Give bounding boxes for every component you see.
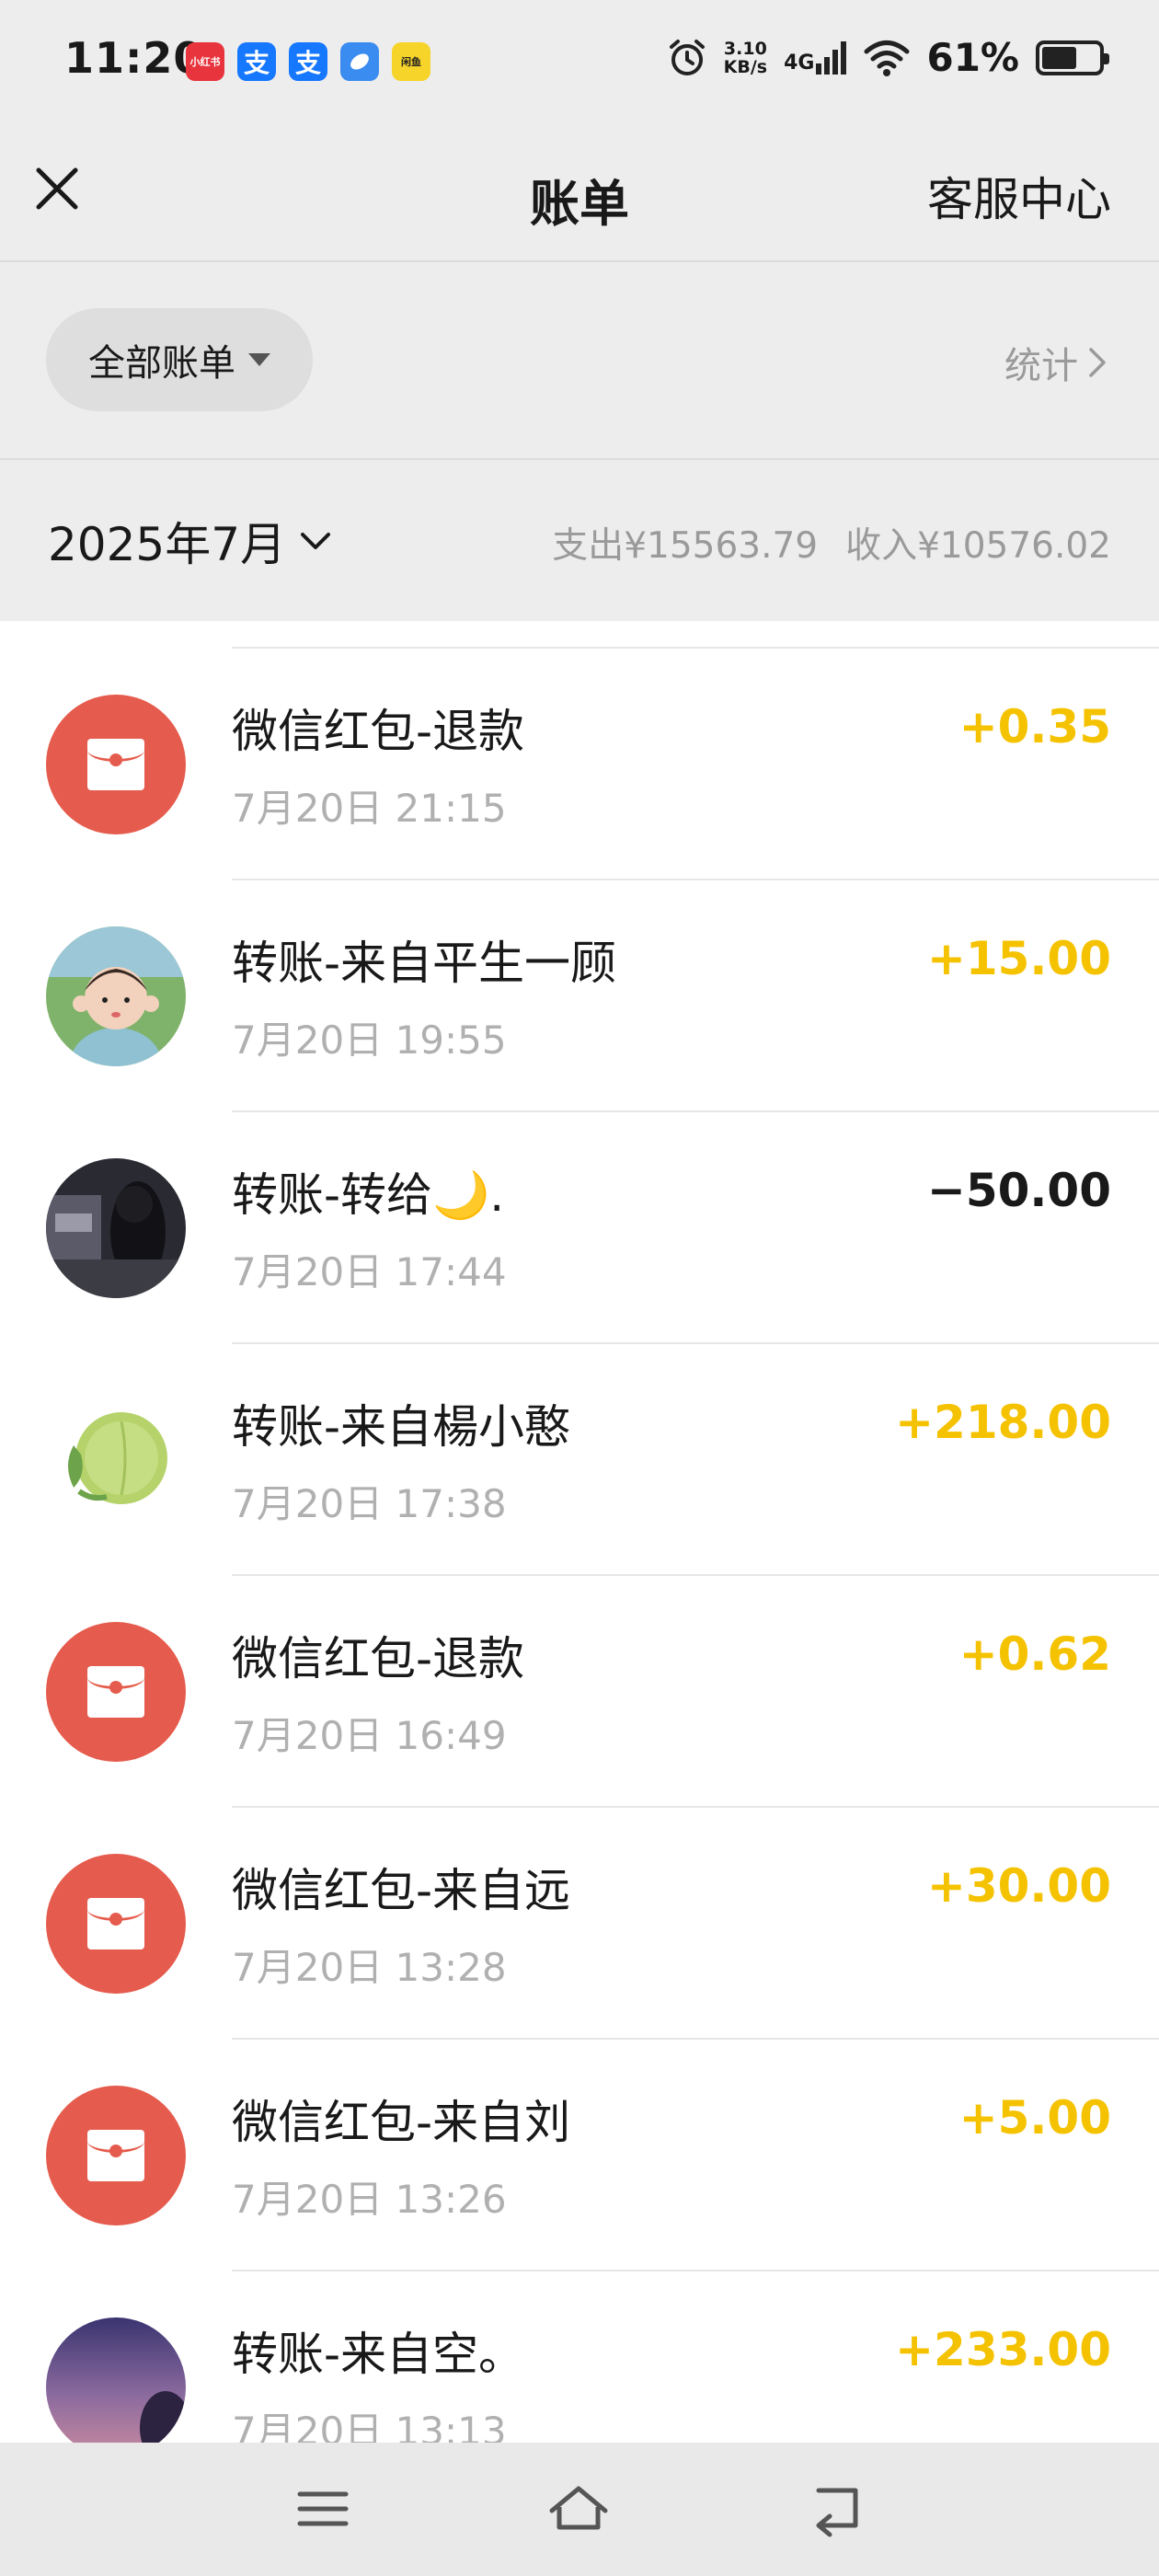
avatar	[46, 1390, 186, 1530]
net-speed: 3.10 KB/s	[724, 40, 767, 76]
month-totals: 支出¥15563.79 收入¥10576.02	[552, 517, 1111, 569]
transaction-title: 转账-来自空。	[232, 2328, 525, 2381]
xiaohongshu-icon: 小红书	[186, 42, 224, 81]
menu-icon[interactable]	[291, 2479, 355, 2538]
transaction-amount: +30.00	[926, 1859, 1111, 1913]
transaction-time: 7月20日 21:15	[232, 786, 507, 831]
transaction-title: 微信红包-退款	[232, 705, 525, 758]
transaction-row[interactable]: 微信红包-退款 7月20日 16:49 +0.62	[0, 1576, 1159, 1808]
red-packet-icon	[46, 1854, 186, 1994]
transaction-row[interactable]: 转账-来自楊小憨 7月20日 17:38 +218.00	[0, 1344, 1159, 1576]
alipay-icon: 支	[289, 42, 327, 81]
chevron-right-icon	[1089, 348, 1106, 377]
status-indicators: 3.10 KB/s 4G 61%	[667, 35, 1109, 80]
month-income: 收入¥10576.02	[845, 525, 1111, 567]
transaction-amount: +218.00	[895, 1396, 1111, 1449]
battery-level	[1042, 46, 1076, 69]
transaction-time: 7月20日 13:13	[232, 2409, 507, 2443]
network-type: 4G	[784, 51, 815, 75]
transaction-time: 7月20日 19:55	[232, 1018, 507, 1063]
system-nav-bar	[0, 2443, 1159, 2576]
net-speed-value: 3.10	[723, 38, 767, 59]
month-label: 2025年7月	[48, 518, 287, 571]
back-icon[interactable]	[806, 2479, 870, 2538]
red-packet-icon	[46, 2086, 186, 2225]
statistics-label: 统计	[1004, 345, 1078, 387]
status-time: 11:20	[64, 33, 204, 83]
transaction-title: 微信红包-退款	[232, 1632, 525, 1685]
avatar	[46, 926, 186, 1066]
month-summary-row: 2025年7月 支出¥15563.79 收入¥10576.02	[0, 460, 1159, 621]
status-bar: 11:20 小红书 支 支 闲鱼 3.10 KB/s 4G 61%	[0, 0, 1159, 124]
battery-icon	[1036, 40, 1109, 75]
nav-bar: 账单 客服中心	[0, 124, 1159, 262]
battery-percent: 61%	[926, 35, 1019, 80]
transaction-title: 微信红包-来自刘	[232, 2096, 571, 2149]
chevron-down-icon	[301, 533, 331, 549]
transaction-list[interactable]: 微信红包-退款 7月20日 21:15 +0.35 转账-来自平生一顾 7月20…	[0, 621, 1159, 2443]
cellular-signal-icon: 4G	[784, 40, 847, 75]
transaction-amount: +0.62	[958, 1627, 1111, 1681]
caret-down-icon	[248, 353, 270, 366]
transaction-title: 转账-转给🌙.	[232, 1168, 505, 1222]
transaction-time: 7月20日 17:38	[232, 1481, 507, 1526]
transaction-amount: +0.35	[958, 700, 1111, 753]
filter-row: 全部账单 统计	[0, 262, 1159, 460]
avatar	[46, 2317, 186, 2443]
home-icon[interactable]	[546, 2479, 611, 2538]
transaction-amount: −50.00	[926, 1164, 1111, 1217]
customer-service-button[interactable]: 客服中心	[927, 163, 1111, 229]
avatar	[46, 1158, 186, 1298]
alipay-icon: 支	[237, 42, 276, 81]
transaction-time: 7月20日 13:28	[232, 1945, 507, 1990]
bill-type-filter[interactable]: 全部账单	[46, 308, 313, 411]
bill-type-filter-label: 全部账单	[88, 342, 235, 385]
transaction-row[interactable]: 转账-来自平生一顾 7月20日 19:55 +15.00	[0, 880, 1159, 1112]
transaction-row[interactable]: 微信红包-来自刘 7月20日 13:26 +5.00	[0, 2040, 1159, 2271]
transaction-amount: +233.00	[895, 2323, 1111, 2376]
transaction-time: 7月20日 13:26	[232, 2177, 507, 2222]
transaction-row[interactable]: 微信红包-退款 7月20日 21:15 +0.35	[0, 649, 1159, 880]
transaction-row[interactable]: 微信红包-来自远 7月20日 13:28 +30.00	[0, 1808, 1159, 2040]
alarm-icon	[669, 39, 705, 75]
xianyu-icon: 闲鱼	[392, 42, 430, 81]
month-selector[interactable]: 2025年7月	[48, 508, 332, 574]
transaction-row[interactable]: 转账-转给🌙. 7月20日 17:44 −50.00	[0, 1112, 1159, 1344]
wifi-icon	[864, 40, 910, 76]
transaction-title: 转账-来自楊小憨	[232, 1400, 571, 1454]
transaction-amount: +15.00	[926, 932, 1111, 985]
notification-icons: 小红书 支 支 闲鱼	[186, 42, 430, 81]
red-packet-icon	[46, 1622, 186, 1762]
statistics-link[interactable]: 统计	[1004, 336, 1107, 389]
transaction-row[interactable]: 转账-来自空。 7月20日 13:13 +233.00	[0, 2271, 1159, 2443]
red-packet-icon	[46, 695, 186, 834]
transaction-title: 转账-来自平生一顾	[232, 937, 617, 990]
transaction-time: 7月20日 16:49	[232, 1713, 507, 1758]
transaction-amount: +5.00	[958, 2091, 1111, 2145]
month-expense: 支出¥15563.79	[552, 525, 819, 567]
transaction-title: 微信红包-来自远	[232, 1864, 571, 1917]
browser-icon	[340, 42, 379, 81]
net-speed-unit: KB/s	[723, 56, 768, 77]
transaction-time: 7月20日 17:44	[232, 1249, 507, 1294]
